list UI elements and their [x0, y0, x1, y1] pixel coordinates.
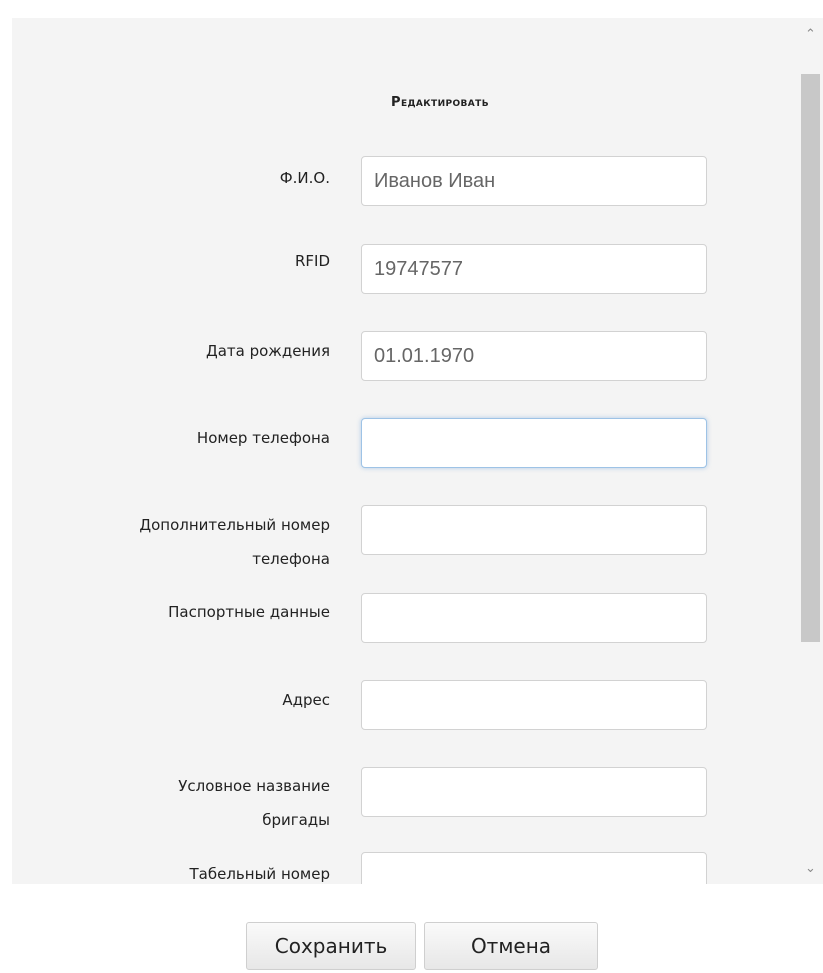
form-title: Редактировать — [391, 95, 489, 110]
birthdate-label: Дата рождения — [206, 342, 330, 360]
fio-label: Ф.И.О. — [279, 169, 330, 187]
brigade-input[interactable] — [361, 767, 707, 817]
rfid-input[interactable] — [361, 244, 707, 294]
chevron-up-icon[interactable]: ⌃ — [798, 20, 823, 48]
address-label: Адрес — [282, 691, 330, 709]
brigade-label-line2: бригады — [262, 811, 330, 829]
scroll-track[interactable] — [798, 48, 823, 854]
birthdate-input[interactable] — [361, 331, 707, 381]
form-row-brigade: Условное название бригады — [12, 765, 798, 845]
vertical-scrollbar[interactable]: ⌃ ⌄ — [798, 18, 823, 884]
chevron-down-icon[interactable]: ⌄ — [798, 854, 823, 882]
phone-label: Номер телефона — [196, 429, 330, 447]
extra-phone-input[interactable] — [361, 505, 707, 555]
address-input[interactable] — [361, 680, 707, 730]
brigade-label: Условное название — [178, 777, 330, 795]
form-row-phone: Номер телефона — [12, 416, 798, 472]
form-row-birthdate: Дата рождения — [12, 329, 798, 385]
form-row-extra-phone: Дополнительный номер телефона — [12, 503, 798, 583]
extra-phone-label: Дополнительный номер — [139, 516, 330, 534]
personnel-number-input[interactable] — [361, 852, 707, 884]
passport-label: Паспортные данные — [168, 603, 330, 621]
form-row-address: Адрес — [12, 678, 798, 734]
phone-input[interactable] — [361, 418, 707, 468]
save-button[interactable]: Сохранить — [246, 922, 416, 970]
form-row-passport: Паспортные данные — [12, 591, 798, 647]
personnel-number-label: Табельный номер — [189, 865, 330, 883]
rfid-label: RFID — [294, 252, 330, 270]
passport-input[interactable] — [361, 593, 707, 643]
dialog-buttons: Сохранить Отмена — [0, 922, 823, 972]
edit-form-panel: Редактировать Ф.И.О. RFID Дата рождения … — [12, 18, 798, 884]
form-row-personnel-number: Табельный номер — [12, 852, 798, 884]
fio-input[interactable] — [361, 156, 707, 206]
cancel-button[interactable]: Отмена — [424, 922, 598, 970]
scroll-thumb[interactable] — [801, 74, 820, 642]
form-row-rfid: RFID — [12, 241, 798, 297]
extra-phone-label-line2: телефона — [252, 550, 330, 568]
form-row-fio: Ф.И.О. — [12, 154, 798, 210]
